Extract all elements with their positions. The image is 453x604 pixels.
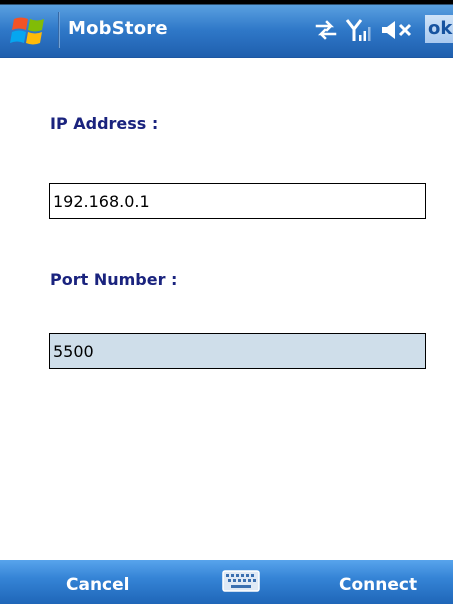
ok-button[interactable]: ok — [425, 15, 453, 43]
cancel-softkey[interactable]: Cancel — [66, 560, 129, 604]
title-bar: MobStore ok — [0, 0, 453, 58]
volume-muted-icon[interactable] — [380, 17, 416, 43]
signal-strength-icon[interactable] — [345, 17, 371, 43]
connectivity-icon[interactable] — [313, 17, 339, 43]
title-separator — [58, 12, 60, 48]
mobstore-screen: MobStore ok IP Address : Port Number : C… — [0, 0, 453, 604]
port-number-label: Port Number : — [50, 270, 178, 289]
connect-softkey[interactable]: Connect — [339, 560, 417, 604]
ip-address-label: IP Address : — [50, 114, 159, 133]
windows-flag-icon[interactable] — [8, 15, 52, 47]
ip-address-input[interactable] — [49, 183, 426, 219]
port-number-input[interactable] — [49, 333, 426, 369]
app-title: MobStore — [68, 18, 168, 39]
keyboard-icon[interactable] — [222, 570, 260, 592]
